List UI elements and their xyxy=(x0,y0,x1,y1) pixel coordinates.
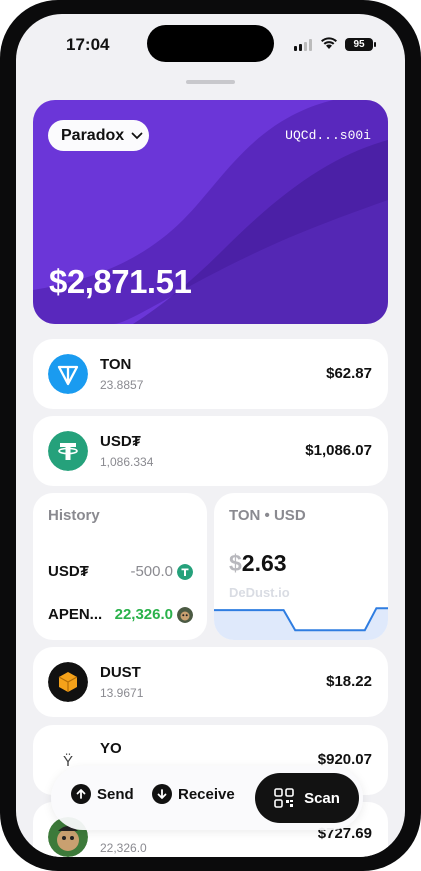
price-tile[interactable]: TON • USD $2.63 DeDust.io xyxy=(214,493,388,640)
token-symbol: TON xyxy=(100,356,132,373)
history-title: History xyxy=(48,507,100,524)
sheet-grabber[interactable] xyxy=(186,80,235,84)
token-value: $1,086.07 xyxy=(305,442,372,459)
qr-scan-icon xyxy=(274,788,294,808)
scan-label: Scan xyxy=(304,789,340,807)
dynamic-island xyxy=(147,25,274,62)
phone-frame: 17:04 95 Paradox UQCd...s00i $2,871.51 T… xyxy=(0,0,421,871)
battery-icon: 95 xyxy=(345,38,373,51)
signal-icon xyxy=(294,39,314,51)
token-amount: 13.9671 xyxy=(100,686,144,700)
sparkline-area xyxy=(214,608,388,640)
token-amount: 1,086.334 xyxy=(100,455,154,469)
send-button[interactable]: Send xyxy=(71,784,134,804)
history-tile[interactable]: History USD₮ -500.0 APEN... 22,326.0 xyxy=(33,493,207,640)
send-label: Send xyxy=(97,785,134,803)
token-amount: 23.8857 xyxy=(100,378,144,392)
token-value: $18.22 xyxy=(326,673,372,690)
history-amount: -500.0 xyxy=(130,563,173,580)
wallet-address[interactable]: UQCd...s00i xyxy=(285,128,371,143)
dust-icon xyxy=(48,662,88,702)
chevron-down-icon xyxy=(131,132,143,139)
price-number: 2.63 xyxy=(241,550,287,576)
token-row-usdt[interactable]: USD₮ 1,086.334 $1,086.07 xyxy=(33,416,388,486)
wallet-name: Paradox xyxy=(61,126,125,144)
usdt-icon xyxy=(177,564,193,580)
status-bar: 17:04 95 xyxy=(16,14,405,70)
wallet-selector[interactable]: Paradox xyxy=(48,120,149,151)
history-row: USD₮ -500.0 xyxy=(48,562,193,582)
receive-label: Receive xyxy=(178,785,235,803)
arrow-down-icon xyxy=(152,784,172,804)
history-symbol: USD₮ xyxy=(48,563,89,580)
history-row: APEN... 22,326.0 xyxy=(48,605,193,625)
receive-button[interactable]: Receive xyxy=(152,784,235,804)
battery-tip xyxy=(374,42,376,47)
history-symbol: APEN... xyxy=(48,606,103,623)
history-amount: 22,326.0 xyxy=(114,606,173,623)
arrow-up-icon xyxy=(71,784,91,804)
ton-icon xyxy=(48,354,88,394)
action-bar: Send Receive Scan xyxy=(51,766,363,830)
usdt-icon xyxy=(48,431,88,471)
status-time: 17:04 xyxy=(66,35,110,54)
total-balance: $2,871.51 xyxy=(49,263,192,300)
token-row-dust[interactable]: DUST 13.9671 $18.22 xyxy=(33,647,388,717)
price-currency: $ xyxy=(229,550,242,576)
token-value: $62.87 xyxy=(326,365,372,382)
token-symbol: YO xyxy=(100,740,122,757)
token-row-ton[interactable]: TON 23.8857 $62.87 xyxy=(33,339,388,409)
price-sparkline xyxy=(214,607,388,640)
token-symbol: USD₮ xyxy=(100,433,141,450)
app-screen: 17:04 95 Paradox UQCd...s00i $2,871.51 T… xyxy=(16,14,405,857)
price-value: $2.63 xyxy=(229,550,287,577)
apen-avatar-icon xyxy=(177,607,193,623)
scan-button[interactable]: Scan xyxy=(255,773,359,823)
price-pair: TON • USD xyxy=(229,507,306,524)
token-symbol: DUST xyxy=(100,664,141,681)
wifi-icon xyxy=(321,37,337,49)
wallet-card[interactable]: Paradox UQCd...s00i $2,871.51 xyxy=(33,100,388,324)
token-amount: 22,326.0 xyxy=(100,841,147,855)
